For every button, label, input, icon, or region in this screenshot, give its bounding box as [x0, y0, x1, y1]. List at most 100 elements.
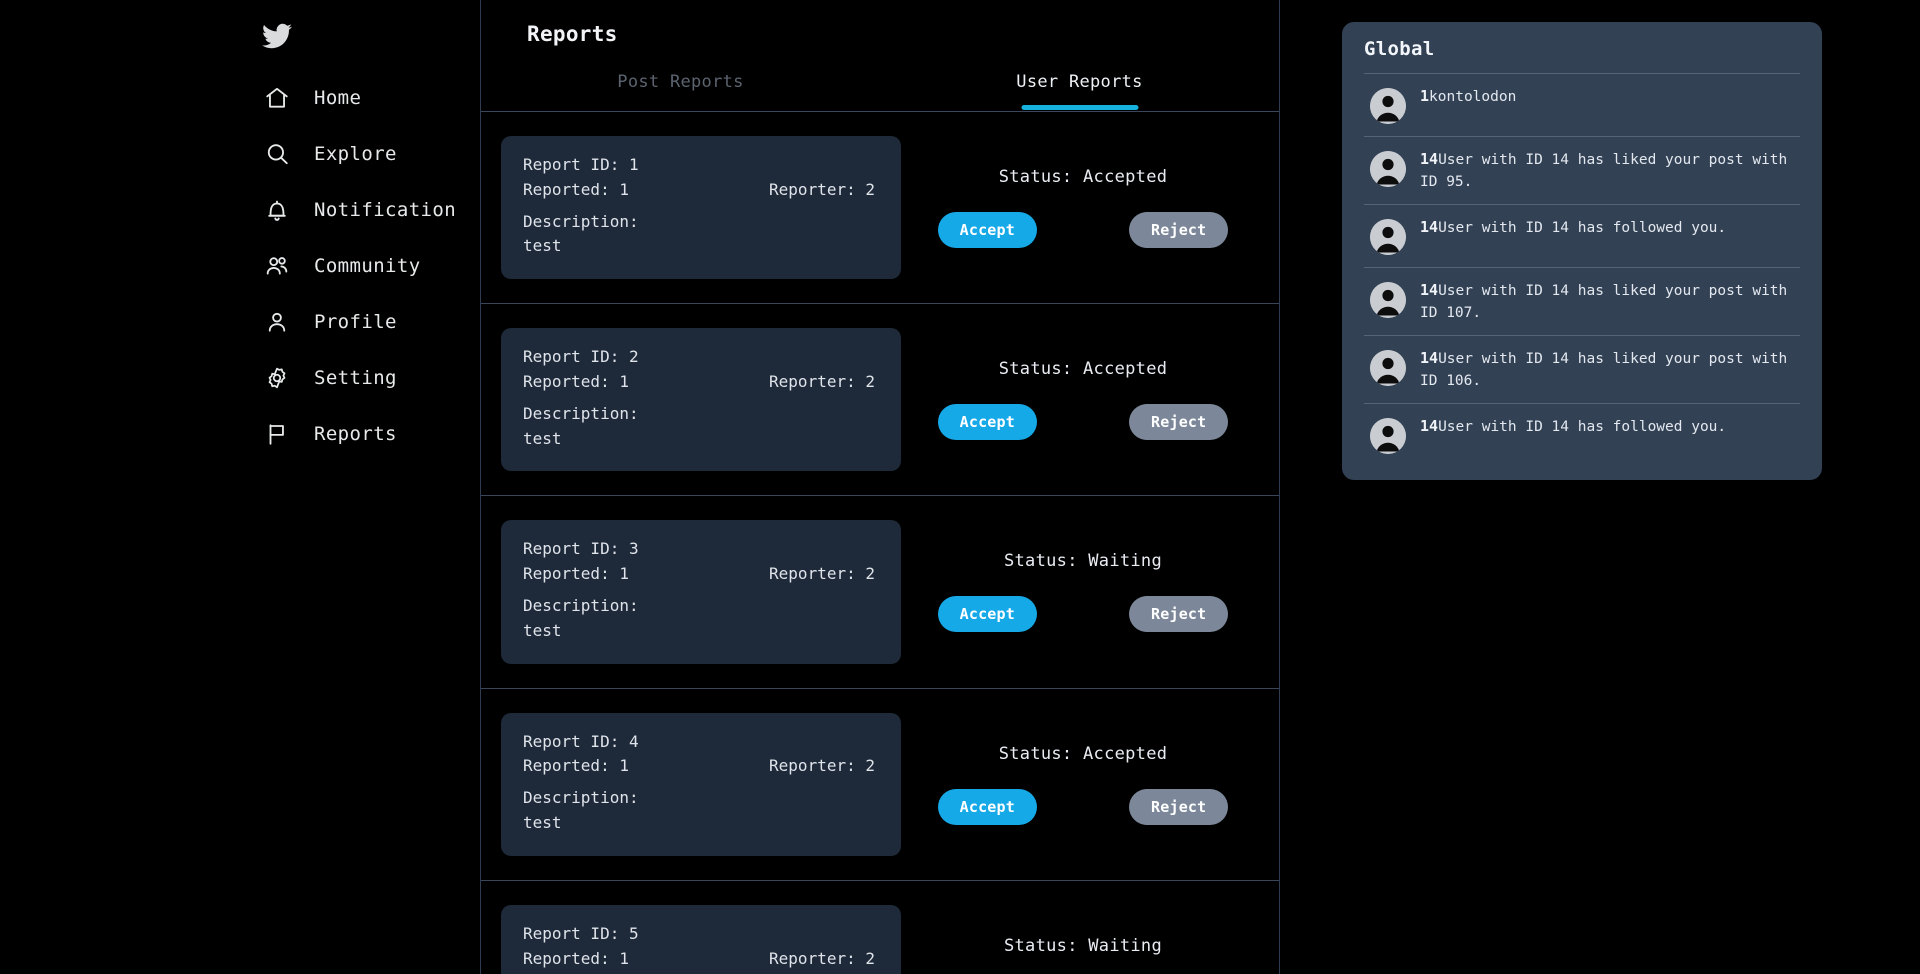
notification-body: 1kontolodon	[1420, 86, 1796, 108]
sidebar-item-reports[interactable]: Reports	[262, 406, 397, 462]
accept-button[interactable]: Accept	[938, 789, 1037, 825]
notification-item[interactable]: 14User with ID 14 has followed you.	[1364, 403, 1800, 466]
sidebar-item-label: Community	[314, 255, 421, 277]
report-actions: Status: WaitingAcceptReject	[901, 551, 1279, 632]
search-icon	[262, 139, 292, 169]
report-id: Report ID: 3	[523, 537, 879, 562]
reporter-count: Reporter: 2	[769, 562, 875, 587]
sidebar-item-label: Setting	[314, 367, 397, 389]
description-label: Description:	[523, 210, 879, 235]
gear-icon	[262, 363, 292, 393]
accept-button[interactable]: Accept	[938, 596, 1037, 632]
sidebar-item-notification[interactable]: Notification	[262, 182, 456, 238]
reported-count: Reported: 1	[523, 370, 629, 395]
status-badge: Status: Accepted	[999, 359, 1168, 379]
tab-label: User Reports	[1016, 72, 1142, 92]
notification-item[interactable]: 14User with ID 14 has liked your post wi…	[1364, 335, 1800, 403]
app-root: Home Explore Notification	[0, 0, 1920, 974]
reported-count: Reported: 1	[523, 947, 629, 972]
notification-body: 14User with ID 14 has followed you.	[1420, 416, 1796, 438]
report-id: Report ID: 4	[523, 730, 879, 755]
notification-body: 14User with ID 14 has liked your post wi…	[1420, 149, 1796, 192]
report-row: Report ID: 2Reported: 1Reporter: 2Descri…	[481, 304, 1279, 496]
report-card: Report ID: 3Reported: 1 Reporter: 2 Descri…	[501, 520, 901, 663]
page-title: Reports	[481, 0, 1279, 46]
sidebar-item-profile[interactable]: Profile	[262, 294, 397, 350]
notification-item[interactable]: 1kontolodon	[1364, 73, 1800, 136]
notification-message: User with ID 14 has followed you.	[1438, 419, 1726, 435]
reporter-count: Reporter: 2	[769, 754, 875, 779]
tab-label: Post Reports	[617, 72, 743, 92]
right-sidebar: Global 1kontolodon14User with ID 14 has …	[1280, 0, 1920, 974]
report-row: Report ID: 3Reported: 1 Reporter: 2 Descri…	[481, 496, 1279, 688]
tab-bar: Post Reports User Reports	[481, 70, 1279, 112]
tab-user-reports[interactable]: User Reports	[880, 70, 1279, 111]
reject-button[interactable]: Reject	[1129, 212, 1228, 248]
notification-item[interactable]: 14User with ID 14 has liked your post wi…	[1364, 136, 1800, 204]
report-counts: Reported: 1Reporter: 2	[523, 178, 879, 203]
reject-button[interactable]: Reject	[1129, 789, 1228, 825]
main-content: Reports Post Reports User Reports Report…	[480, 0, 1280, 974]
sidebar-item-community[interactable]: Community	[262, 238, 421, 294]
report-id: Report ID: 5	[523, 922, 879, 947]
notification-user-id: 14	[1420, 417, 1438, 435]
status-badge: Status: Accepted	[999, 744, 1168, 764]
bell-icon	[262, 195, 292, 225]
notification-body: 14User with ID 14 has liked your post wi…	[1420, 348, 1796, 391]
reporter-count: Reporter: 2	[769, 370, 875, 395]
avatar-icon	[1370, 88, 1406, 124]
sidebar-item-home[interactable]: Home	[262, 70, 361, 126]
report-actions: Status: WaitingAcceptReject	[901, 936, 1279, 974]
action-buttons: Accept Reject	[938, 404, 1229, 440]
notification-user-id: 14	[1420, 218, 1438, 236]
notification-message: kontolodon	[1429, 89, 1516, 105]
report-card: Report ID: 2Reported: 1Reporter: 2Descri…	[501, 328, 901, 471]
notification-message: User with ID 14 has liked your post with…	[1420, 283, 1787, 321]
twitter-bird-icon[interactable]	[262, 14, 306, 58]
notification-list: 1kontolodon14User with ID 14 has liked y…	[1364, 73, 1800, 466]
report-list: Report ID: 1 Reported: 1 Reporter: 2 Descri…	[481, 112, 1279, 974]
reporter-count: Reporter: 2	[769, 947, 875, 972]
sidebar-item-label: Home	[314, 87, 361, 109]
person-icon	[262, 307, 292, 337]
sidebar-item-explore[interactable]: Explore	[262, 126, 397, 182]
people-icon	[262, 251, 292, 281]
notification-user-id: 14	[1420, 281, 1438, 299]
description-label: Description:	[523, 594, 879, 619]
reported-count: Reported: 1	[523, 562, 629, 587]
global-panel: Global 1kontolodon14User with ID 14 has …	[1342, 22, 1822, 480]
notification-body: 14User with ID 14 has liked your post wi…	[1420, 280, 1796, 323]
avatar-icon	[1370, 418, 1406, 454]
report-row: Report ID: 4Reported: 1Reporter: 2Descri…	[481, 689, 1279, 881]
report-id: Report ID: 1	[523, 153, 879, 178]
reported-count: Reported: 1	[523, 754, 629, 779]
sidebar-item-label: Notification	[314, 199, 456, 221]
description-value: test	[523, 234, 879, 259]
report-card: Report ID: 5Reported: 1Reporter: 2Descri…	[501, 905, 901, 974]
sidebar-item-label: Explore	[314, 143, 397, 165]
reject-button[interactable]: Reject	[1129, 596, 1228, 632]
action-buttons: Accept Reject	[938, 596, 1229, 632]
description-value: test	[523, 811, 879, 836]
action-buttons: Accept Reject	[938, 789, 1229, 825]
sidebar-item-setting[interactable]: Setting	[262, 350, 397, 406]
global-panel-title: Global	[1364, 38, 1800, 73]
description-value: test	[523, 427, 879, 452]
notification-item[interactable]: 14User with ID 14 has liked your post wi…	[1364, 267, 1800, 335]
avatar-icon	[1370, 282, 1406, 318]
report-actions: Status: Accepted Accept Reject	[901, 359, 1279, 440]
sidebar-item-label: Profile	[314, 311, 397, 333]
accept-button[interactable]: Accept	[938, 404, 1037, 440]
tab-post-reports[interactable]: Post Reports	[481, 70, 880, 111]
reject-button[interactable]: Reject	[1129, 404, 1228, 440]
report-row: Report ID: 1Reported: 1Reporter: 2 Descri…	[481, 112, 1279, 304]
notification-user-id: 14	[1420, 150, 1438, 168]
accept-button[interactable]: Accept	[938, 212, 1037, 248]
report-counts: Reported: 1 Reporter: 2	[523, 562, 879, 587]
home-icon	[262, 83, 292, 113]
report-actions: Status: AcceptedAcceptReject	[901, 167, 1279, 248]
report-id: Report ID: 2	[523, 345, 879, 370]
notification-user-id: 1	[1420, 87, 1429, 105]
notification-item[interactable]: 14User with ID 14 has followed you.	[1364, 204, 1800, 267]
flag-icon	[262, 419, 292, 449]
